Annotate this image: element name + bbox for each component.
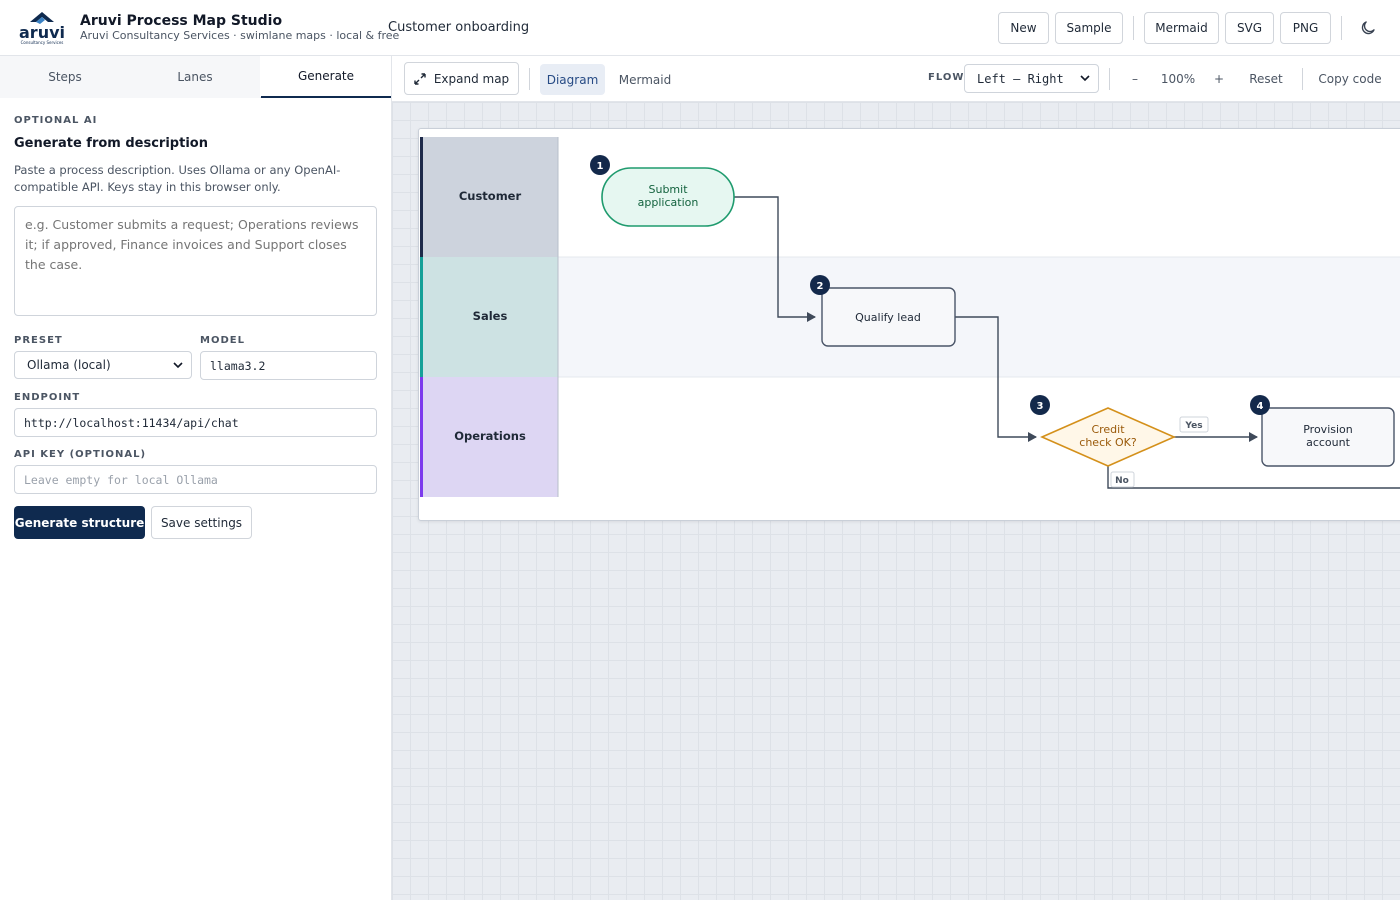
swimlane-board: Customer Sales Operations Yes No Submit … — [418, 128, 1400, 521]
header-divider — [1133, 16, 1134, 40]
svg-text:application: application — [638, 196, 699, 209]
app-header: aruvi Consultancy Services Aruvi Process… — [0, 0, 1400, 56]
model-label: MODEL — [200, 335, 245, 346]
toolbar-divider — [1109, 68, 1110, 90]
zoom-in-button[interactable]: + — [1209, 68, 1229, 90]
expand-map-label: Expand map — [433, 71, 510, 86]
expand-map-button[interactable]: Expand map — [404, 62, 519, 95]
svg-text:1: 1 — [597, 161, 604, 172]
chevron-down-icon — [1080, 75, 1090, 82]
export-svg-button[interactable]: SVG — [1225, 12, 1274, 44]
app-title: Aruvi Process Map Studio — [80, 13, 283, 29]
zoom-out-button[interactable]: – — [1125, 68, 1145, 90]
api-key-label: API KEY (OPTIONAL) — [14, 449, 147, 460]
moon-icon[interactable] — [1359, 19, 1377, 37]
preset-select[interactable]: Ollama (local) — [14, 351, 192, 379]
svg-text:Sales: Sales — [473, 309, 508, 323]
toolbar-divider — [1302, 68, 1303, 90]
lane-header-customer[interactable]: Customer — [420, 137, 558, 257]
svg-text:4: 4 — [1257, 401, 1264, 412]
app-subtitle: Aruvi Consultancy Services · swimlane ma… — [80, 29, 400, 42]
preset-label: PRESET — [14, 335, 63, 346]
expand-icon — [414, 72, 426, 85]
lane-row-customer — [419, 137, 1400, 257]
generate-structure-button[interactable]: Generate structure — [14, 506, 145, 539]
chevron-down-icon — [173, 362, 183, 369]
left-panel: Steps Lanes Generate OPTIONAL AI Generat… — [0, 56, 392, 900]
step-submit-application[interactable]: Submit application — [601, 167, 735, 227]
api-key-input[interactable]: Leave empty for local Ollama — [14, 465, 377, 494]
svg-text:account: account — [1306, 436, 1351, 449]
flow-direction-select[interactable]: Left — Right — [964, 64, 1099, 93]
diagram-canvas[interactable]: Customer Sales Operations Yes No Submit … — [392, 102, 1400, 900]
header-divider — [1341, 16, 1342, 40]
svg-text:Operations: Operations — [454, 429, 526, 443]
endpoint-input[interactable]: http://localhost:11434/api/chat — [14, 408, 377, 437]
svg-text:check OK?: check OK? — [1079, 436, 1137, 449]
save-settings-button[interactable]: Save settings — [151, 506, 252, 539]
step-number-badge: 1 — [590, 155, 610, 175]
step-provision-account[interactable]: Provision account — [1261, 407, 1395, 467]
endpoint-label: ENDPOINT — [14, 392, 81, 403]
svg-text:Customer: Customer — [459, 189, 522, 203]
svg-text:Submit: Submit — [648, 183, 688, 196]
lane-header-operations[interactable]: Operations — [420, 377, 558, 497]
preset-value: Ollama (local) — [27, 358, 111, 372]
section-description: Paste a process description. Uses Ollama… — [14, 163, 341, 194]
tab-generate[interactable]: Generate — [261, 56, 391, 98]
export-mermaid-button[interactable]: Mermaid — [1144, 12, 1219, 44]
process-description-input[interactable] — [14, 206, 377, 316]
section-title: Generate from description — [14, 136, 208, 151]
step-number-badge: 4 — [1250, 395, 1270, 415]
aruvi-logo: aruvi Consultancy Services — [19, 12, 65, 45]
section-eyebrow: OPTIONAL AI — [14, 115, 98, 126]
svg-text:Consultancy Services: Consultancy Services — [21, 40, 64, 45]
svg-text:Qualify lead: Qualify lead — [855, 311, 921, 324]
svg-text:3: 3 — [1037, 401, 1044, 412]
svg-text:2: 2 — [817, 281, 824, 292]
diagram-toolbar: Expand map Diagram Mermaid FLOW Left — R… — [392, 56, 1400, 102]
svg-text:Provision: Provision — [1303, 423, 1353, 436]
copy-code-button[interactable]: Copy code — [1315, 68, 1385, 90]
tab-lanes[interactable]: Lanes — [130, 56, 260, 98]
step-qualify-lead[interactable]: Qualify lead — [821, 287, 956, 347]
svg-text:No: No — [1115, 476, 1129, 486]
reset-view-button[interactable]: Reset — [1243, 68, 1289, 90]
panel-tabs: Steps Lanes Generate — [0, 56, 391, 98]
toolbar-divider — [529, 68, 530, 90]
svg-text:Yes: Yes — [1184, 421, 1202, 431]
document-title[interactable]: Customer onboarding — [388, 20, 529, 35]
sample-button[interactable]: Sample — [1055, 12, 1123, 44]
swimlane-diagram: Customer Sales Operations Yes No Submit … — [419, 137, 1400, 497]
lane-header-sales[interactable]: Sales — [420, 257, 558, 377]
tab-steps[interactable]: Steps — [0, 56, 130, 98]
zoom-level: 100% — [1160, 72, 1196, 86]
step-number-badge: 3 — [1030, 395, 1050, 415]
svg-text:Credit: Credit — [1091, 423, 1125, 436]
edge-label-no: No — [1110, 471, 1135, 488]
model-input[interactable]: llama3.2 — [200, 351, 377, 380]
view-tab-diagram[interactable]: Diagram — [540, 64, 605, 95]
new-button[interactable]: New — [998, 12, 1049, 44]
edge-label-yes: Yes — [1179, 416, 1209, 433]
export-png-button[interactable]: PNG — [1280, 12, 1331, 44]
view-tab-mermaid[interactable]: Mermaid — [610, 64, 680, 95]
flow-direction-value: Left — Right — [977, 71, 1064, 86]
flow-label: FLOW — [928, 72, 965, 83]
step-number-badge: 2 — [810, 275, 830, 295]
